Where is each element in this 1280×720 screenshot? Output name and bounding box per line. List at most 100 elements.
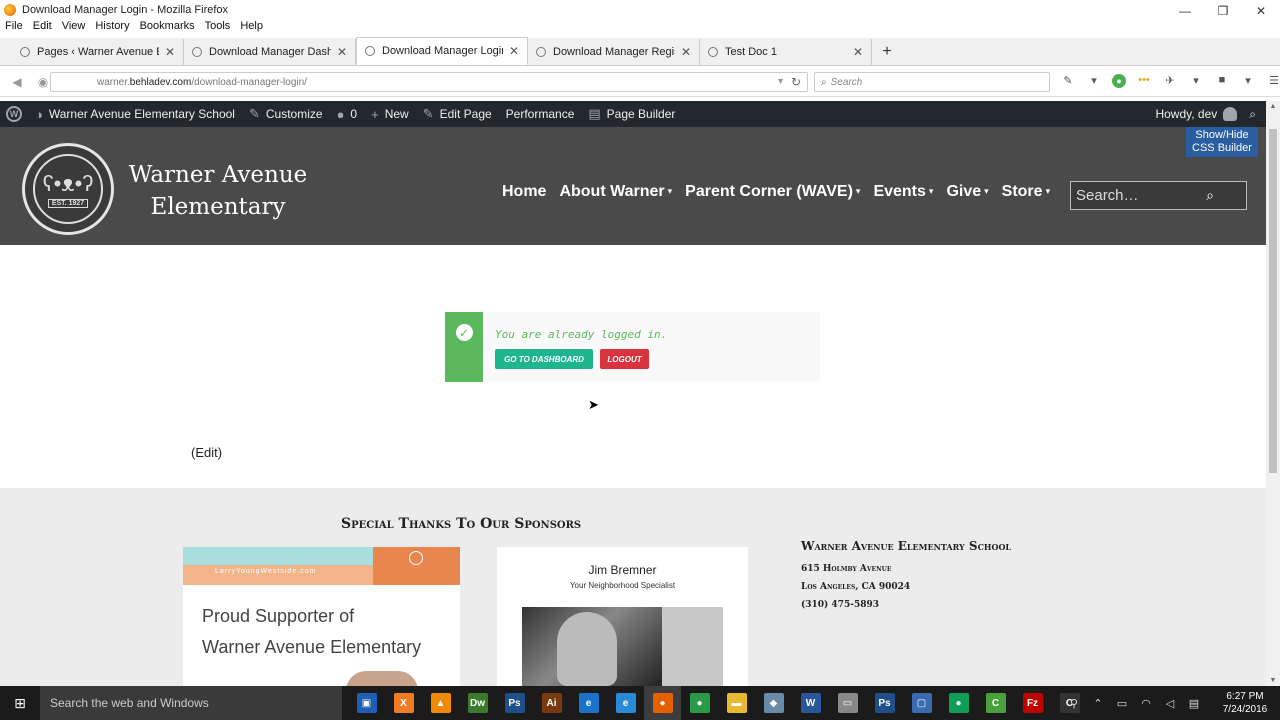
site-search-input[interactable]: Search… ⌕ <box>1070 181 1247 210</box>
admin-performance[interactable]: Performance <box>499 101 582 127</box>
scrollbar-thumb[interactable] <box>1269 129 1277 473</box>
taskbar-app-firefox[interactable]: ● <box>644 686 681 720</box>
taskbar-app-photoshop[interactable]: Ps <box>496 686 533 720</box>
browser-search-input[interactable]: ⌕ Search <box>814 72 1050 92</box>
menu-edit[interactable]: Edit <box>28 20 57 36</box>
taskbar-app-word[interactable]: W <box>792 686 829 720</box>
tab-pages[interactable]: Pages ‹ Warner Avenue Ele... ✕ <box>12 39 184 65</box>
css-builder-toggle-button[interactable]: Show/Hide CSS Builder <box>1186 127 1258 157</box>
hamburger-menu-icon[interactable]: ☰ <box>1266 74 1280 88</box>
hangouts-extension-icon[interactable]: ● <box>1112 74 1126 88</box>
close-tab-icon[interactable]: ✕ <box>681 45 691 59</box>
taskbar-search-placeholder: Search the web and Windows <box>50 696 209 710</box>
admin-comments[interactable]: ● 0 <box>330 101 365 127</box>
admin-customize[interactable]: ✎ Customize <box>242 101 330 127</box>
nav-store[interactable]: Store ▾ <box>1002 183 1063 201</box>
howdy-user[interactable]: Howdy, dev <box>1155 107 1217 121</box>
menu-bookmarks[interactable]: Bookmarks <box>135 20 200 36</box>
wifi-icon[interactable]: ◠ <box>1134 697 1158 710</box>
notifications-icon[interactable]: ▤ <box>1182 697 1206 710</box>
new-tab-button[interactable]: + <box>872 39 902 65</box>
close-tab-icon[interactable]: ✕ <box>853 45 863 59</box>
scroll-down-icon[interactable]: ▼ <box>1266 677 1280 684</box>
tab-download-manager-dashboard[interactable]: Download Manager Dashb... ✕ <box>184 39 356 65</box>
taskbar-app-hangouts[interactable]: ● <box>940 686 977 720</box>
dropdown-icon[interactable]: ▾ <box>1240 74 1256 88</box>
sponsor-banner-jim-bremner[interactable]: Jim Bremner Your Neighborhood Specialist <box>497 547 748 686</box>
dots-extension-icon[interactable]: ••• <box>1136 74 1152 88</box>
back-arrow-icon[interactable]: ◀ <box>8 73 26 91</box>
site-title[interactable]: Warner Avenue Elementary <box>118 159 318 223</box>
minimize-button[interactable]: — <box>1166 0 1204 22</box>
nav-parent-corner[interactable]: Parent Corner (WAVE) ▾ <box>685 183 873 201</box>
taskbar-app-app[interactable]: ◆ <box>755 686 792 720</box>
reload-icon[interactable]: ↻ <box>791 75 801 89</box>
taskbar-app-photoshop2[interactable]: Ps <box>866 686 903 720</box>
school-phone: (310) 475-5893 <box>801 600 880 610</box>
site-title-line1: Warner Avenue <box>128 162 308 188</box>
taskbar-app-scanner[interactable]: ▭ <box>829 686 866 720</box>
extension-icon[interactable]: ■ <box>1214 74 1230 88</box>
eyedropper-icon[interactable]: ✎ <box>1060 74 1076 88</box>
url-bar[interactable]: warner. behladev.com/download-manager-log… <box>50 72 808 92</box>
search-icon[interactable]: ⌕ <box>1206 187 1214 204</box>
wp-admin-bar: W ◑ Warner Avenue Elementary School ✎ Cu… <box>0 101 1266 127</box>
taskbar-app-window[interactable]: ▢ <box>903 686 940 720</box>
admin-search-icon[interactable]: ⌕ <box>1249 107 1256 122</box>
nav-events[interactable]: Events ▾ <box>873 183 946 201</box>
admin-edit-page[interactable]: ✎ Edit Page <box>416 101 499 127</box>
admin-new[interactable]: + New <box>364 101 416 127</box>
close-tab-icon[interactable]: ✕ <box>337 45 347 59</box>
taskbar-search-box[interactable]: Search the web and Windows <box>40 686 342 720</box>
taskbar-app-chrome[interactable]: ● <box>681 686 718 720</box>
close-tab-icon[interactable]: ✕ <box>165 45 175 59</box>
menu-view[interactable]: View <box>57 20 91 36</box>
close-tab-icon[interactable]: ✕ <box>509 44 519 58</box>
admin-site-name[interactable]: ◑ Warner Avenue Elementary School <box>28 101 242 127</box>
user-avatar-icon[interactable] <box>1223 107 1238 121</box>
menu-file[interactable]: File <box>0 20 28 36</box>
sponsor2-side-panel <box>662 607 723 686</box>
logout-button[interactable]: Logout <box>600 349 649 369</box>
go-to-dashboard-button[interactable]: Go to Dashboard <box>495 349 593 369</box>
taskbar-app-store[interactable]: ▣ <box>348 686 385 720</box>
windows-start-button[interactable]: ⊞ <box>0 686 40 720</box>
taskbar-app-vlc[interactable]: ▲ <box>422 686 459 720</box>
show-hidden-icons-icon[interactable]: ⌃ <box>1086 697 1110 710</box>
tab-download-manager-login[interactable]: Download Manager Login ✕ <box>356 37 528 65</box>
nav-about-warner[interactable]: About Warner ▾ <box>559 183 685 201</box>
volume-icon[interactable]: ◁ <box>1158 697 1182 710</box>
tab-bar: Pages ‹ Warner Avenue Ele... ✕ Download … <box>0 37 1280 66</box>
taskbar-app-dreamweaver[interactable]: Dw <box>459 686 496 720</box>
menu-help[interactable]: Help <box>235 20 268 36</box>
close-window-button[interactable]: ✕ <box>1242 0 1280 22</box>
taskbar-clock[interactable]: 6:27 PM 7/24/2016 <box>1210 690 1280 716</box>
taskbar-app-ie[interactable]: e <box>607 686 644 720</box>
dropdown-icon[interactable]: ▾ <box>1188 74 1204 88</box>
pin-icon[interactable]: ✈ <box>1162 74 1178 88</box>
taskbar-app-explorer[interactable]: ▬ <box>718 686 755 720</box>
admin-page-builder[interactable]: ▤ Page Builder <box>581 101 682 127</box>
nav-home[interactable]: Home <box>502 183 559 201</box>
nav-give[interactable]: Give ▾ <box>946 183 1001 201</box>
page-scrollbar[interactable]: ▲ ▼ <box>1266 101 1280 686</box>
tab-download-manager-register[interactable]: Download Manager Register ✕ <box>528 39 700 65</box>
dropdown-icon[interactable]: ▾ <box>1086 74 1102 88</box>
network-icon[interactable]: ⚲ <box>1062 697 1086 710</box>
wordpress-logo-icon[interactable]: W <box>6 106 22 122</box>
menu-tools[interactable]: Tools <box>200 20 236 36</box>
sponsor-banner-larry-young[interactable]: LarryYoungWestside.com Proud Supporter o… <box>183 547 460 686</box>
menu-history[interactable]: History <box>90 20 134 36</box>
taskbar-app-illustrator[interactable]: Ai <box>533 686 570 720</box>
taskbar-app-edge[interactable]: e <box>570 686 607 720</box>
tab-test-doc[interactable]: Test Doc 1 ✕ <box>700 39 872 65</box>
url-dropdown-icon[interactable]: ▼ <box>776 76 785 86</box>
taskbar-app-xampp[interactable]: X <box>385 686 422 720</box>
edit-page-link[interactable]: (Edit) <box>191 445 222 460</box>
taskbar-app-camtasia[interactable]: C <box>977 686 1014 720</box>
battery-icon[interactable]: ▭ <box>1110 697 1134 710</box>
scroll-up-icon[interactable]: ▲ <box>1266 103 1280 110</box>
maximize-button[interactable]: ❐ <box>1204 0 1242 22</box>
school-seal-logo[interactable]: ʕ•ᴥ•ʔ EST. 1927 <box>22 143 114 235</box>
taskbar-app-filezilla[interactable]: Fz <box>1014 686 1051 720</box>
